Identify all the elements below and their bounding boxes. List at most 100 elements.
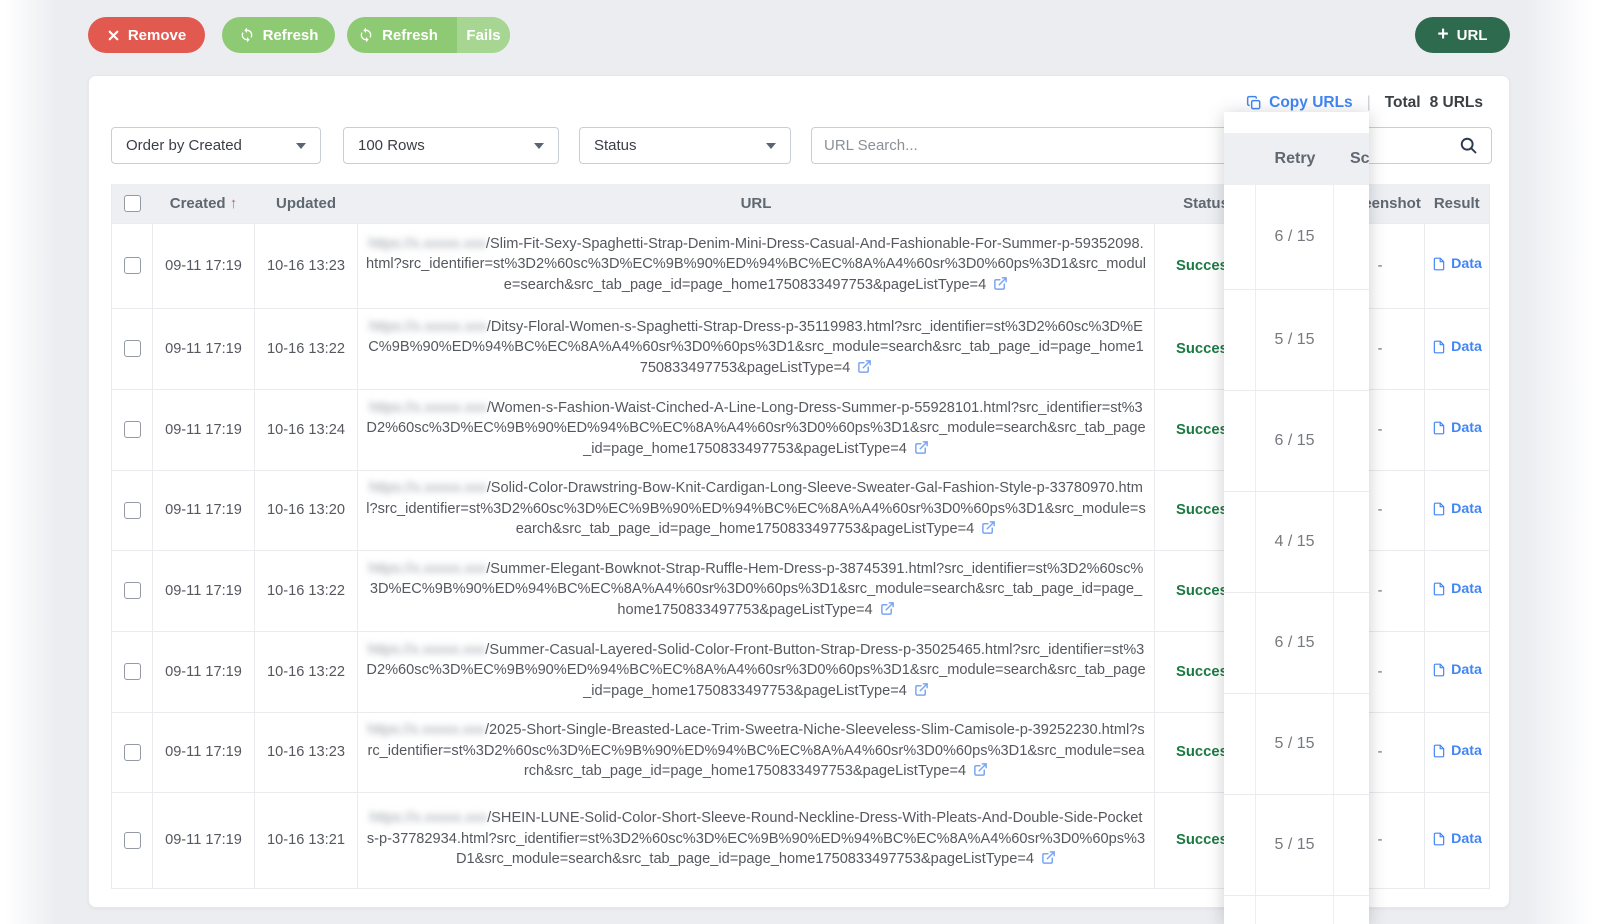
data-link-label: Data <box>1451 662 1482 678</box>
retry-count: 6 / 15 <box>1274 432 1315 449</box>
copy-urls-link[interactable]: Copy URLs <box>1246 94 1353 112</box>
document-icon <box>1433 582 1445 596</box>
data-link[interactable]: Data <box>1432 501 1482 517</box>
select-all-checkbox[interactable] <box>123 195 141 213</box>
fails-segment: Fails <box>457 17 510 53</box>
rows-per-page-value: 100 Rows <box>358 137 425 154</box>
order-by-select[interactable]: Order by Created <box>111 127 321 164</box>
created-column-header[interactable]: Created ↑ <box>153 184 255 223</box>
order-by-value: Order by Created <box>126 137 242 154</box>
chevron-down-icon <box>766 142 776 149</box>
sync-icon <box>241 27 252 43</box>
redacted-domain: https://x.xxxxx.xxx <box>368 235 486 252</box>
external-link-icon[interactable] <box>914 682 929 704</box>
row-checkbox[interactable] <box>123 257 141 274</box>
data-link[interactable]: Data <box>1432 339 1482 355</box>
data-link[interactable]: Data <box>1432 662 1482 678</box>
redacted-domain: https://x.xxxxx.xxx <box>368 560 487 577</box>
ghost-top-padding <box>1224 112 1369 133</box>
total-label: Total <box>1384 94 1421 111</box>
ghost-status-sliver <box>1224 896 1256 924</box>
data-link-label: Data <box>1451 581 1482 597</box>
ghost-screenshot-header-label: Screenshot <box>1350 150 1369 167</box>
row-checkbox[interactable] <box>123 340 141 357</box>
total-count: Total 8 URLs <box>1385 94 1483 112</box>
url-cell: https://x.xxxxx.xxx/Solid-Color-Drawstri… <box>357 469 1155 550</box>
copy-urls-label: Copy URLs <box>1269 94 1353 111</box>
redacted-domain: https://x.xxxxx.xxx <box>367 722 485 739</box>
row-checkbox[interactable] <box>123 582 141 599</box>
summary-divider: | <box>1366 94 1371 111</box>
url-cell: https://x.xxxxx.xxx/Women-s-Fashion-Wais… <box>357 388 1155 470</box>
summary-bar: Copy URLs | Total 8 URLs <box>1246 94 1483 112</box>
ghost-retry-cell: 6 / 15 <box>1256 185 1334 289</box>
row-select-cell <box>111 630 153 712</box>
add-url-button[interactable]: + URL <box>1415 17 1510 53</box>
rows-per-page-select[interactable]: 100 Rows <box>343 127 559 164</box>
created-cell: 09-11 17:19 <box>152 307 255 389</box>
refresh-fails-main-segment: Refresh <box>347 17 449 53</box>
row-checkbox[interactable] <box>123 501 141 519</box>
document-icon <box>1433 257 1445 271</box>
external-link-icon[interactable] <box>1041 850 1056 872</box>
data-link[interactable]: Data <box>1432 743 1482 759</box>
retry-column-drag-ghost: Retry Screenshot 6 / 15 5 / 15 6 / 15 4 … <box>1224 112 1369 924</box>
data-link[interactable]: Data <box>1432 581 1482 597</box>
url-column-header: URL <box>740 194 772 212</box>
created-cell: 09-11 17:19 <box>152 630 255 712</box>
external-link-icon[interactable] <box>857 359 872 381</box>
redacted-domain: https://x.xxxxx.xxx <box>369 399 487 416</box>
ghost-header: Retry Screenshot <box>1224 133 1369 185</box>
ghost-status-sliver <box>1224 391 1256 491</box>
data-link[interactable]: Data <box>1432 420 1482 436</box>
ghost-screenshot-sliver <box>1334 795 1369 895</box>
refresh-label: Refresh <box>262 26 319 44</box>
external-link-icon[interactable] <box>880 601 895 623</box>
ghost-row: 5 / 15 <box>1224 290 1369 391</box>
document-icon <box>1433 340 1445 354</box>
external-link-icon[interactable] <box>914 440 929 462</box>
created-cell: 09-11 17:19 <box>152 388 255 470</box>
chevron-down-icon <box>534 142 544 149</box>
ghost-row: 6 / 15 <box>1224 185 1369 290</box>
redacted-domain: https://x.xxxxx.xxx <box>367 641 486 658</box>
ghost-screenshot-sliver <box>1334 694 1369 794</box>
copy-icon <box>1247 95 1261 110</box>
external-link-icon[interactable] <box>993 276 1008 298</box>
row-checkbox[interactable] <box>123 743 141 761</box>
external-link-icon[interactable] <box>981 520 996 542</box>
created-cell: 09-11 17:19 <box>152 711 255 792</box>
refresh-fails-button[interactable]: Refresh Fails <box>347 17 510 53</box>
redacted-domain: https://x.xxxxx.xxx <box>369 810 488 827</box>
status-filter-select[interactable]: Status <box>579 127 791 164</box>
document-icon <box>1433 832 1445 845</box>
retry-count: 4 / 15 <box>1274 533 1315 550</box>
ghost-retry-cell: 5 / 15 <box>1256 290 1334 390</box>
ghost-screenshot-sliver <box>1334 391 1369 491</box>
select-all-header <box>112 184 153 223</box>
retry-count: 6 / 15 <box>1274 228 1315 245</box>
updated-cell: 10-16 13:21 <box>254 791 358 888</box>
created-cell: 09-11 17:19 <box>152 549 255 631</box>
row-checkbox[interactable] <box>123 831 141 849</box>
updated-cell: 10-16 13:22 <box>254 630 358 712</box>
row-checkbox[interactable] <box>123 421 141 438</box>
retry-count: 6 / 15 <box>1274 634 1315 651</box>
data-link[interactable]: Data <box>1432 256 1482 272</box>
updated-cell: 10-16 13:22 <box>254 549 358 631</box>
row-select-cell <box>111 307 153 389</box>
add-url-label: URL <box>1456 26 1488 44</box>
ghost-retry-cell: 6 / 15 <box>1256 593 1334 693</box>
external-link-icon[interactable] <box>973 762 988 784</box>
data-link[interactable]: Data <box>1432 831 1482 847</box>
row-checkbox[interactable] <box>123 663 141 680</box>
ghost-status-sliver <box>1224 185 1256 289</box>
search-icon[interactable] <box>1458 135 1479 156</box>
remove-button[interactable]: Remove <box>88 17 205 53</box>
refresh-button[interactable]: Refresh <box>222 17 335 53</box>
status-filter-value: Status <box>594 137 637 154</box>
fails-label: Fails <box>466 26 501 44</box>
retry-count: 5 / 15 <box>1274 836 1315 853</box>
ghost-status-sliver <box>1224 290 1256 390</box>
chevron-down-icon <box>296 142 306 149</box>
